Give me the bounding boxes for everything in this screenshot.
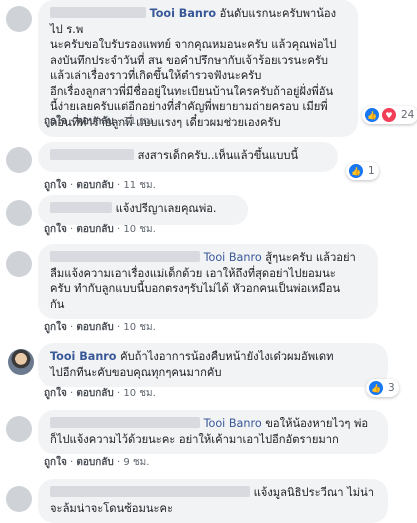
timestamp[interactable]: 10 ชม. [123,224,155,235]
avatar[interactable] [6,251,32,277]
comment-actions: ถูกใจ · ตอบกลับ · 11 ชม. [44,180,156,191]
reply-link[interactable]: ตอบกลับ [76,180,113,191]
redacted-name [50,251,200,262]
comment-bubble: Tooi Banro สู้ๆนะครับ แล้วอย่า ลืมแจ้งคว… [38,244,378,319]
reaction-count: 24 [401,109,415,121]
comment-bubble: สงสารเด็กครับ..เห็นแล้วขึ้นแบบนี้ [38,142,338,172]
comment-line: ลงบันทึกประจำวันที่ สน ขอคำปรึกษากับเจ้า… [50,53,328,67]
comment-line: แจ้งมูลนิธิประวีณา ไม่น่า [253,486,375,499]
timestamp[interactable]: 9 ชม. [123,457,149,468]
redacted-name [50,417,200,428]
comment-actions: ถูกใจ · ตอบกลับ · 10 ชม. [44,224,156,235]
redacted-name [50,7,146,18]
comment-line: คับถ้าไงอาการน้องคืบหน้ายังไงเด๋วผมอัพเด… [120,350,334,363]
avatar[interactable] [6,6,32,32]
comment-bubble: แจ้งปรีญาเลยคุณพ่อ. [38,195,248,225]
like-link[interactable]: ถูกใจ [44,457,67,468]
tagged-name[interactable]: Tooi Banro [150,7,217,20]
comment-bubble: Tooi Banro คับถ้าไงอาการน้องคืบหน้ายังไง… [38,343,388,387]
redacted-name [50,486,250,497]
comment-actions: ถูกใจ · ตอบกลับ · 9 ชม. [44,457,150,468]
reply-link[interactable]: ตอบกลับ [76,322,113,333]
reaction-count: 1 [368,165,375,177]
comment-line: แล้วเล่าเรื่องราวที่เกิดขึ้นให้ตำรวจฟังน… [50,69,262,82]
comment-actions: ถูกใจ · ตอบกลับ · 10 ชม. [44,388,156,399]
heart-icon: ♥ [381,107,397,123]
like-link[interactable]: ถูกใจ [44,388,67,399]
comment-line: ลืมแจ้งความเอาเรื่องแม่เด็กด้วย เอาให้ถึ… [50,266,336,280]
thumbs-up-icon: 👍 [368,380,384,396]
avatar[interactable] [6,416,32,442]
reply-link[interactable]: ตอบกลับ [76,457,113,468]
timestamp[interactable]: 11 ชม. [123,180,155,191]
comment-text: แจ้งปรีญาเลยคุณพ่อ. [115,202,217,215]
like-link[interactable]: ถูกใจ [44,116,67,127]
comment-line: ไปอีกทีนะคับขอบคุณทุกๆคนมากคับ [50,365,222,379]
comment-line: จะล้มน่าจะโดนซ้อมนะคะ [50,501,174,515]
redacted-name [50,149,134,160]
comment-line: ครับ ทำกับลูกแบบนี้บอกตรงๆรับไม่ได้ หัวอ… [50,282,341,295]
reaction-summary[interactable]: 👍 3 [366,379,399,397]
comment-line: สู้ๆนะครับ แล้วอย่า [265,251,356,264]
comment-bubble: Tooi Banro ขอให้น้องหายไวๆ พ่อ ก็ไปแจ้งค… [38,410,388,454]
author-name[interactable]: Tooi Banro [50,350,117,363]
avatar[interactable] [6,147,32,173]
avatar[interactable] [6,200,32,226]
redacted-name [50,202,112,213]
tagged-name[interactable]: Tooi Banro [204,251,262,264]
tagged-name[interactable]: Tooi Banro [204,417,262,430]
timestamp[interactable]: 11 ชม. [123,116,155,127]
avatar[interactable] [8,349,34,375]
like-link[interactable]: ถูกใจ [44,224,67,235]
reply-link[interactable]: ตอบกลับ [76,116,113,127]
comment-line: ขอให้น้องหายไวๆ พ่อ [265,417,369,430]
comment-line: ก็ไปแจ้งความไว้ด้วยนะคะ อย่าให้เค้ามาเอา… [50,432,339,446]
comment-line: กัน [50,297,65,311]
comment-bubble: แจ้งมูลนิธิประวีณา ไม่น่า จะล้มน่าจะโดนซ… [38,479,388,523]
like-link[interactable]: ถูกใจ [44,180,67,191]
thumbs-up-icon: 👍 [348,163,364,179]
thumbs-up-icon: 👍 [364,107,380,123]
comment-line: นะครับขอใบรับรองแพทย์ จากคุณหมอนะครับ แล… [50,38,337,51]
comment-actions: ถูกใจ · ตอบกลับ · 11 ชม. [44,116,156,127]
timestamp[interactable]: 10 ชม. [123,322,155,333]
comment-line: อีกเรื่องลูกสาวพี่มีชื่ออยู่ในทะเบียนบ้า… [50,84,334,98]
like-link[interactable]: ถูกใจ [44,322,67,333]
timestamp[interactable]: 10 ชม. [123,388,155,399]
comment-text: สงสารเด็กครับ..เห็นแล้วขึ้นแบบนี้ [137,149,299,162]
reply-link[interactable]: ตอบกลับ [76,388,113,399]
reply-link[interactable]: ตอบกลับ [76,224,113,235]
comment-actions: ถูกใจ · ตอบกลับ · 10 ชม. [44,322,156,333]
reaction-count: 3 [388,382,395,394]
avatar[interactable] [6,486,32,512]
reaction-summary[interactable]: 👍 ♥ 24 [362,106,417,124]
reaction-summary[interactable]: 👍 1 [346,162,379,180]
comment-line: นี้ง่ายเลยครับแต่อีกอย่างที่สำคัญพี่พยาย… [50,100,328,113]
